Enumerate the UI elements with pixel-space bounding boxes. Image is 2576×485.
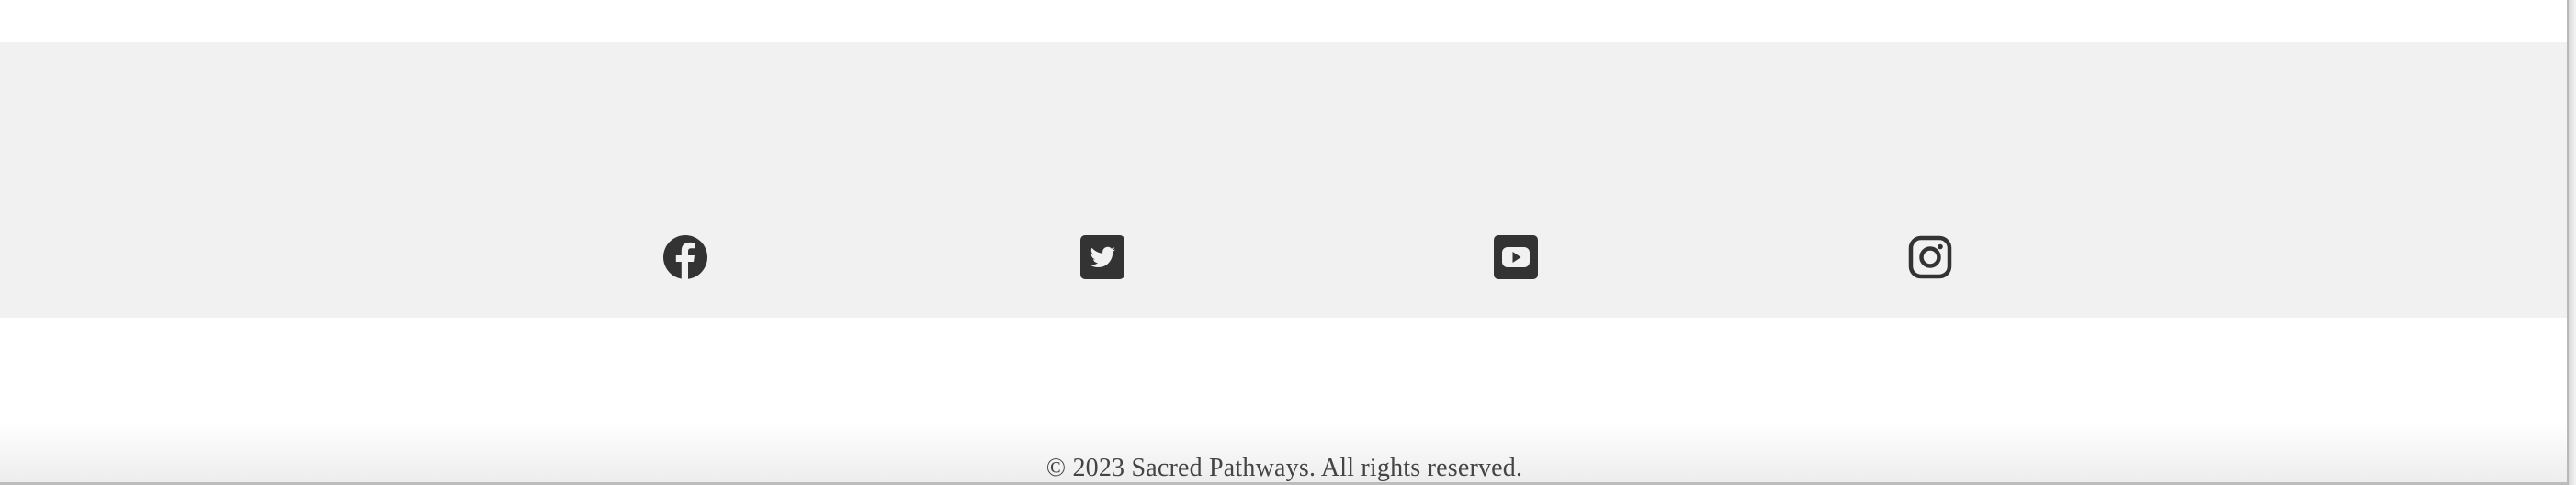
instagram-icon (1908, 235, 1952, 279)
facebook-icon (663, 235, 707, 279)
window-edge (2567, 0, 2576, 485)
youtube-link[interactable] (1494, 233, 1538, 281)
twitter-link[interactable] (1080, 233, 1124, 281)
copyright-text: © 2023 Sacred Pathways. All rights reser… (1045, 454, 1523, 482)
content-area-end (0, 0, 2569, 42)
social-links-section (0, 42, 2569, 318)
twitter-icon (1080, 235, 1124, 279)
page: © 2023 Sacred Pathways. All rights reser… (0, 0, 2576, 485)
youtube-icon (1494, 235, 1538, 279)
facebook-link[interactable] (663, 233, 707, 281)
instagram-link[interactable] (1908, 233, 1952, 281)
